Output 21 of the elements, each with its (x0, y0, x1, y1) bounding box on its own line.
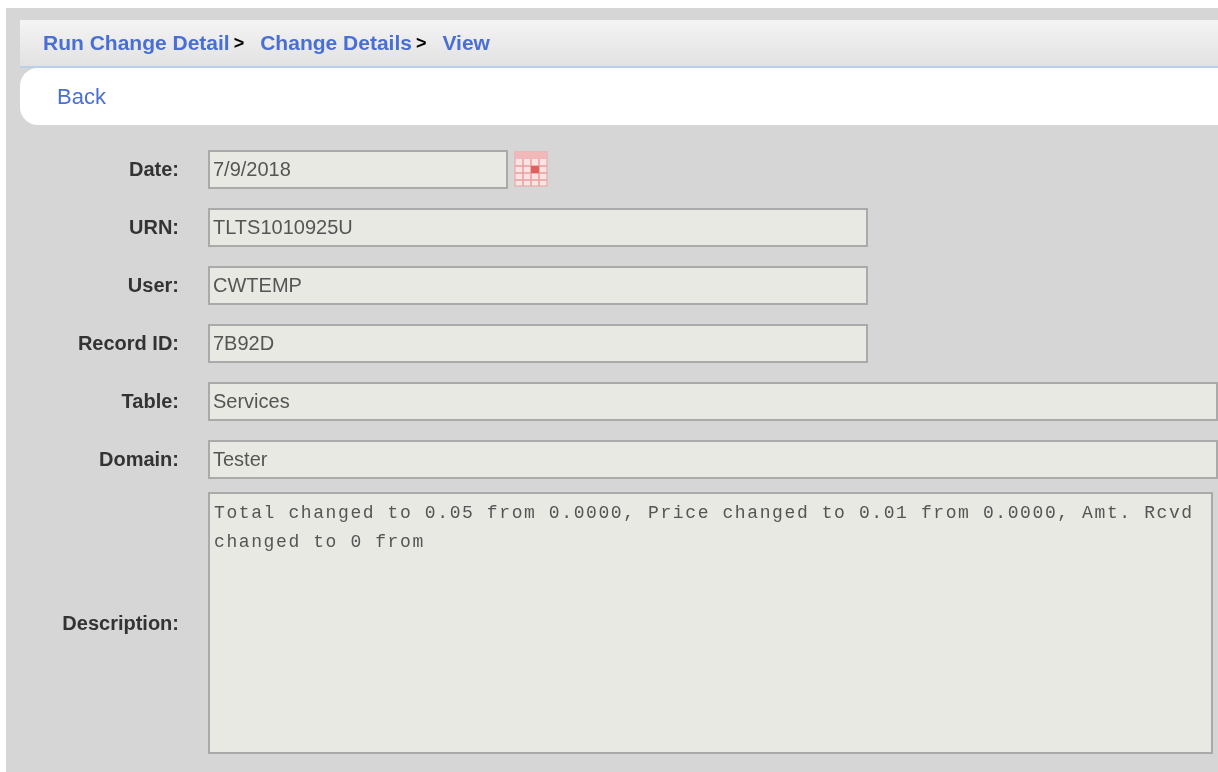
breadcrumb-link[interactable]: View (442, 27, 490, 59)
text-field[interactable]: Tester (208, 439, 1218, 479)
field-label: Record ID: (76, 331, 179, 356)
field-label: URN: (128, 215, 179, 240)
breadcrumb-separator: > (415, 31, 427, 55)
text-field[interactable]: TLTS1010925U (208, 207, 868, 247)
field-label: Domain: (98, 447, 179, 472)
date-field[interactable]: 7/9/2018 (208, 149, 508, 189)
text-field[interactable]: Services (208, 381, 1218, 421)
text-field[interactable]: CWTEMP (208, 265, 868, 305)
field-label: Table: (120, 389, 179, 414)
description-field[interactable]: Total changed to 0.05 from 0.0000, Price changed to 0.01 from 0.0000, Amt. Rcvd changed to 0 from (208, 492, 1213, 754)
breadcrumb-separator: > (233, 31, 245, 55)
field-label: User: (126, 273, 179, 298)
field-label: Date: (128, 157, 179, 182)
breadcrumb-link[interactable]: Change Details (260, 27, 412, 59)
field-label: Description: (61, 611, 179, 636)
breadcrumb-link[interactable]: Run Change Detail (43, 27, 230, 59)
back-link[interactable]: Back (57, 80, 106, 113)
calendar-icon[interactable] (514, 151, 548, 187)
text-field[interactable]: 7B92D (208, 323, 868, 363)
